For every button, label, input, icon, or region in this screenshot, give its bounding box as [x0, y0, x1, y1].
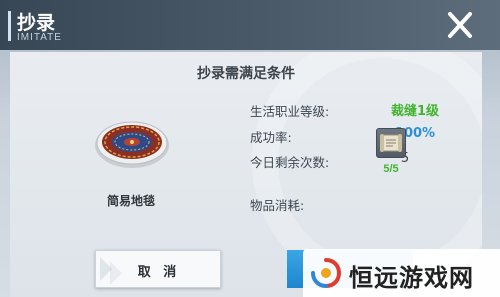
- close-icon: [448, 12, 472, 38]
- close-button[interactable]: [437, 4, 483, 46]
- header-accent-bar: [8, 11, 11, 41]
- material-slot[interactable]: [376, 128, 406, 158]
- dialog-subtitle: IMITATE: [17, 32, 62, 43]
- profession-level-label: 生活职业等级:: [250, 104, 330, 119]
- item-name: 简易地毯: [106, 194, 155, 208]
- site-logo-icon: [311, 258, 342, 288]
- remaining-times-label: 今日剩余次数:: [250, 155, 330, 170]
- rug-icon[interactable]: [94, 115, 170, 170]
- panel-title: 抄录需满足条件: [197, 66, 295, 82]
- dialog-header: 抄录 IMITATE: [0, 0, 500, 50]
- material-cost-label: 物品消耗:: [250, 198, 305, 213]
- success-rate-label: 成功率:: [250, 130, 292, 145]
- dialog-title: 抄录: [17, 12, 56, 34]
- scroll-icon: [380, 134, 402, 152]
- site-watermark-text: 恒远游戏网: [349, 264, 474, 292]
- material-count: 5/5: [383, 163, 399, 175]
- cancel-button-label: 取 消: [137, 265, 181, 280]
- site-watermark: 恒远游戏网: [303, 249, 500, 297]
- cancel-button[interactable]: 取 消: [95, 250, 221, 288]
- profession-level-value: 裁缝1级: [390, 104, 440, 119]
